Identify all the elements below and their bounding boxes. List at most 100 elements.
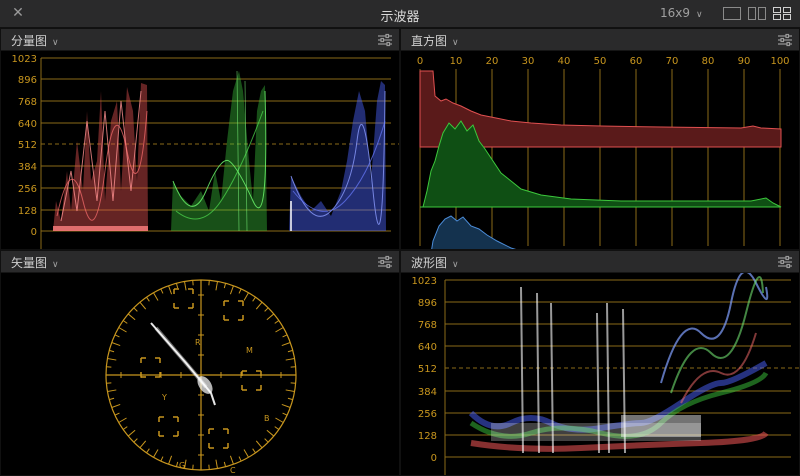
target-label-y: Y (161, 393, 167, 402)
graticule-tick (107, 389, 117, 392)
parade-green-trace (171, 70, 267, 232)
graticule-tick (146, 296, 150, 302)
graticule-tick (238, 288, 242, 294)
chevron-down-icon: ∨ (452, 38, 459, 48)
target-label-r: R (195, 338, 201, 347)
graticule-tick (281, 342, 291, 347)
histogram-tick-50: 50 (594, 56, 607, 67)
aspect-ratio-dropdown[interactable]: 16x9 ∨ (660, 6, 703, 20)
graticule-tick (114, 412, 120, 416)
settings-sliders-icon[interactable] (777, 254, 793, 270)
graticule-tick (153, 449, 159, 458)
histogram-tick-20: 20 (486, 56, 499, 67)
waveform-header: 波形图 ∨ (401, 251, 799, 273)
graticule-tick (243, 292, 249, 301)
target-box-g (158, 416, 179, 437)
settings-sliders-icon[interactable] (377, 32, 393, 48)
graticule-tick (160, 288, 164, 294)
waveform-tick-384: 384 (418, 387, 437, 398)
graticule-tick (252, 296, 256, 302)
graticule-tick (223, 461, 227, 467)
graticule-tick (168, 455, 173, 465)
graticule-tick (266, 313, 275, 321)
parade-tick-896: 896 (18, 75, 37, 86)
quad-view-icon[interactable] (773, 7, 791, 20)
target-box-m (223, 300, 244, 321)
graticule-tick (282, 412, 288, 416)
parade-tick-768: 768 (18, 97, 37, 108)
waveform-tick-896: 896 (418, 298, 437, 309)
graticule-tick (133, 307, 138, 312)
parade-tick-128: 128 (18, 206, 37, 217)
histogram-graph: 0 10 20 30 40 50 60 70 80 90 100 (417, 56, 790, 249)
histogram-scope-selector[interactable]: 直方图 ∨ (411, 32, 459, 49)
histogram-tick-60: 60 (630, 56, 643, 67)
waveform-tick-256: 256 (418, 409, 437, 420)
waveform-graph: 1023 896 768 640 512 384 256 128 0 (412, 273, 799, 475)
vectorscope-trace (150, 322, 216, 406)
aspect-ratio-value: 16x9 (660, 6, 691, 20)
graticule-tick (139, 301, 147, 310)
graticule-tick (266, 429, 275, 437)
histogram-tick-90: 90 (738, 56, 751, 67)
graticule-tick (229, 455, 234, 465)
settings-sliders-icon[interactable] (377, 254, 393, 270)
graticule-tick (175, 461, 179, 467)
target-box-c (208, 428, 229, 449)
settings-sliders-icon[interactable] (777, 32, 793, 48)
waveform-tick-0: 0 (431, 453, 437, 464)
scopes-titlebar: ✕ 示波器 16x9 ∨ (0, 0, 800, 28)
graticule-tick (281, 403, 291, 408)
waveform-scope-selector[interactable]: 波形图 ∨ (411, 254, 459, 271)
graticule-tick (146, 448, 150, 454)
histogram-title: 直方图 (411, 34, 448, 48)
dual-view-icon[interactable] (748, 7, 766, 20)
graticule-tick (287, 397, 293, 401)
histogram-panel: 直方图 ∨ 0 10 20 30 40 50 60 70 80 90 100 (400, 28, 800, 250)
waveform-tick-640: 640 (418, 342, 437, 353)
histogram-tick-80: 80 (702, 56, 715, 67)
graticule-tick (282, 334, 288, 338)
chevron-down-icon: ∨ (696, 10, 703, 20)
graticule-tick (274, 320, 280, 324)
waveform-tick-1023: 1023 (412, 276, 437, 287)
parade-header: 分量图 ∨ (1, 29, 399, 51)
parade-title: 分量图 (11, 34, 48, 48)
target-box-y (140, 357, 161, 378)
graticule-tick (122, 426, 128, 430)
graticule-tick (153, 292, 159, 301)
graticule-tick (133, 438, 138, 443)
parade-tick-0: 0 (31, 227, 37, 238)
graticule-tick (274, 426, 280, 430)
target-label-b: B (264, 414, 270, 423)
graticule-tick (287, 349, 293, 353)
graticule-tick (118, 327, 127, 333)
graticule-tick (160, 456, 164, 462)
graticule-tick (127, 313, 136, 321)
graticule-tick (111, 342, 121, 347)
vectorscope-graph: R M B C G Y (105, 279, 297, 475)
graticule-tick (114, 334, 120, 338)
parade-tick-1023: 1023 (12, 54, 37, 65)
graticule-tick (109, 349, 115, 353)
histogram-display: 0 10 20 30 40 50 60 70 80 90 100 (401, 51, 799, 249)
graticule-tick (139, 440, 147, 449)
graticule-tick (184, 281, 187, 291)
graticule-tick (255, 301, 263, 310)
parade-scope-selector[interactable]: 分量图 ∨ (11, 32, 59, 49)
parade-tick-512: 512 (18, 140, 37, 151)
vectorscope-scope-selector[interactable]: 矢量图 ∨ (11, 254, 59, 271)
graticule-tick (264, 307, 269, 312)
parade-blue-trace (289, 81, 386, 231)
waveform-title: 波形图 (411, 256, 448, 270)
graticule-tick (215, 459, 218, 469)
waveform-tick-512: 512 (418, 364, 437, 375)
single-view-icon[interactable] (723, 7, 741, 20)
target-box-r (173, 288, 194, 309)
waveform-trace (468, 273, 769, 454)
graticule-tick (255, 440, 263, 449)
target-label-c: C (230, 466, 236, 475)
parade-display: 1023 896 768 640 512 384 256 128 0 (1, 51, 399, 249)
histogram-tick-70: 70 (666, 56, 679, 67)
graticule-tick (127, 429, 136, 437)
